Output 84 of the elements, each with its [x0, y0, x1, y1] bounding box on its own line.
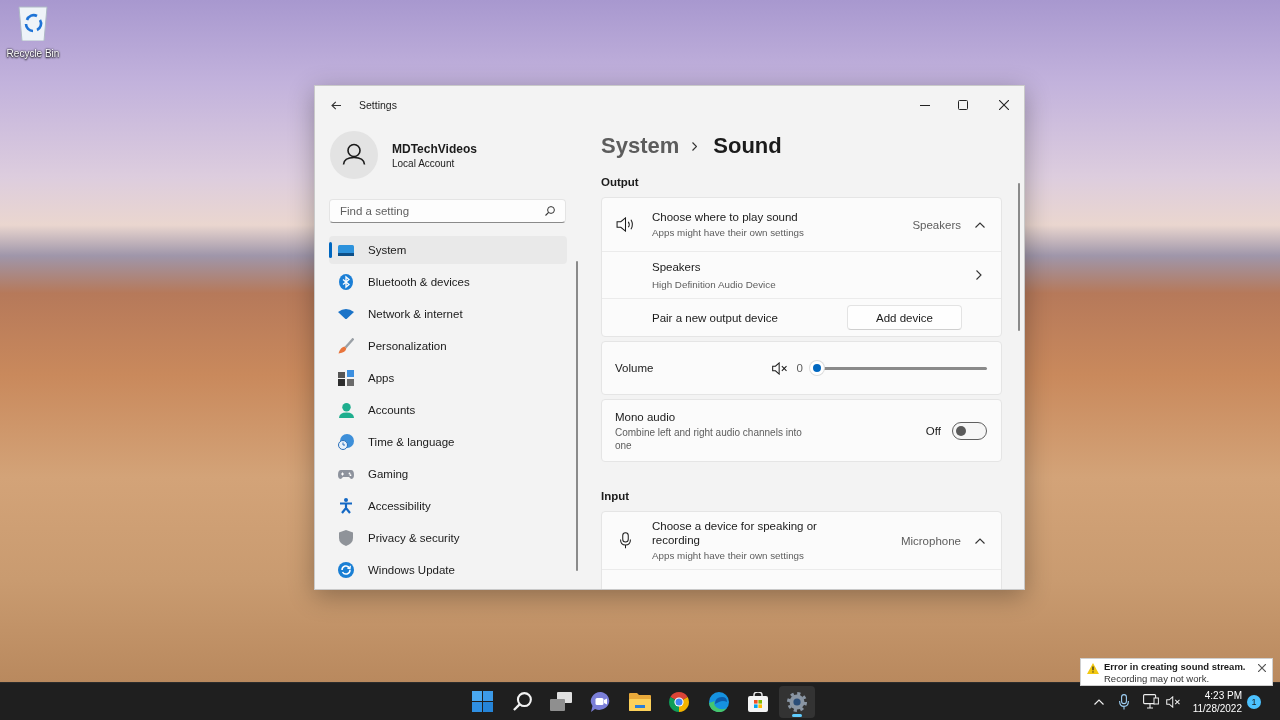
slider-thumb[interactable] — [810, 361, 824, 375]
wifi-icon — [338, 308, 354, 320]
setting-title: Speakers — [652, 259, 701, 274]
search-field[interactable]: Find a setting — [329, 199, 566, 223]
setting-title: Choose where to play sound — [652, 210, 798, 224]
shopping-bag-icon — [747, 691, 768, 712]
sync-arrows-icon — [338, 562, 354, 578]
person-figure-icon — [339, 498, 353, 514]
setting-title: Mono audio — [615, 409, 676, 424]
overlapping-windows-icon — [550, 692, 573, 711]
taskbar-button[interactable] — [779, 685, 816, 718]
chevron-right-icon[interactable] — [976, 270, 982, 280]
setting-description: High Definition Audio Device — [652, 277, 776, 291]
sidebar-item[interactable]: Gaming — [329, 460, 567, 488]
microphone-icon — [619, 532, 631, 549]
toggle-state-label: Off — [925, 424, 941, 437]
sidebar-item[interactable]: Apps — [329, 364, 567, 392]
apps-grid-icon — [338, 370, 354, 386]
account-name: MDTechVideos — [392, 141, 477, 156]
folder-icon — [629, 692, 651, 711]
minimize-icon[interactable] — [920, 104, 930, 106]
setting-description: Apps might have their own settings — [652, 226, 804, 239]
sidebar-item[interactable]: Accounts — [329, 396, 567, 424]
recycle-bin-icon[interactable] — [18, 5, 48, 41]
swirl-icon — [708, 691, 729, 712]
setting-description: Apps might have their own settings — [652, 549, 804, 562]
close-icon[interactable] — [1258, 664, 1266, 672]
add-device-button[interactable]: Add device — [847, 305, 962, 330]
breadcrumb-parent[interactable]: System — [601, 133, 680, 159]
sidebar-item[interactable]: Bluetooth & devices — [329, 268, 567, 296]
sidebar-item[interactable]: System — [329, 236, 567, 264]
setting-value: Microphone — [900, 534, 961, 547]
scrollbar[interactable] — [1018, 183, 1020, 331]
clock-button[interactable]: 4:23 PM 11/28/2022 — [1192, 688, 1242, 715]
account-type: Local Account — [392, 157, 456, 169]
tiles-icon — [472, 691, 494, 712]
speaker-icon — [615, 217, 635, 232]
speaker-muted-icon[interactable] — [1165, 695, 1181, 708]
volume-reading: 0 — [796, 362, 803, 374]
volume-slider[interactable] — [810, 361, 987, 375]
sidebar-item[interactable]: Accessibility — [329, 492, 567, 520]
notification-badge[interactable]: 1 — [1247, 694, 1261, 709]
setting-title: Choose a device for speaking or recording — [652, 519, 818, 547]
section-heading: Output — [601, 175, 639, 190]
tricolor-circle-icon — [669, 691, 690, 712]
setting-title: Pair a new output device — [652, 310, 778, 325]
avatar-icon[interactable] — [330, 131, 378, 179]
maximize-icon[interactable] — [958, 100, 968, 110]
sidebar-item[interactable]: Windows Update — [329, 556, 567, 584]
setting-title: Volume — [615, 361, 654, 375]
sidebar-item[interactable]: Privacy & security — [329, 524, 567, 552]
globe-clock-icon — [338, 434, 354, 450]
section-heading: Input — [601, 489, 630, 504]
video-chat-icon — [589, 691, 612, 712]
sidebar-item[interactable]: Personalization — [329, 332, 567, 360]
warning-icon — [1087, 663, 1099, 674]
setting-description: Combine left and right audio channels into one — [615, 425, 803, 452]
chevron-up-icon[interactable] — [975, 221, 985, 228]
notification-title: Error in creating sound stream. — [1104, 661, 1246, 673]
shield-icon — [339, 530, 353, 546]
toggle-switch[interactable] — [952, 421, 987, 440]
chevron-up-icon[interactable] — [975, 537, 985, 544]
back-arrow-icon[interactable] — [331, 100, 341, 110]
sidebar-item[interactable]: Time & language — [329, 428, 567, 456]
notification-toast[interactable]: Error in creating sound stream. Recording may not work. — [1080, 658, 1273, 686]
network-icon[interactable] — [1142, 694, 1159, 709]
setting-value: Speakers — [912, 218, 961, 231]
search-icon — [512, 692, 532, 711]
bluetooth-icon — [339, 274, 353, 290]
page-title: Sound — [713, 133, 782, 159]
notification-message: Recording may not work. — [1104, 673, 1211, 685]
person-icon — [338, 402, 354, 418]
chevron-right-icon — [692, 141, 698, 151]
speaker-muted-icon[interactable] — [771, 361, 788, 375]
search-icon[interactable] — [545, 206, 555, 216]
scrollbar[interactable] — [576, 261, 578, 571]
gear-icon — [787, 691, 808, 712]
microphone-icon[interactable] — [1118, 693, 1129, 710]
close-icon[interactable] — [999, 100, 1009, 110]
gamepad-icon — [338, 469, 354, 479]
paintbrush-icon — [338, 338, 354, 354]
sidebar-item[interactable]: Network & internet — [329, 300, 567, 328]
window-title: Settings — [359, 99, 397, 111]
monitor-icon — [338, 244, 354, 256]
